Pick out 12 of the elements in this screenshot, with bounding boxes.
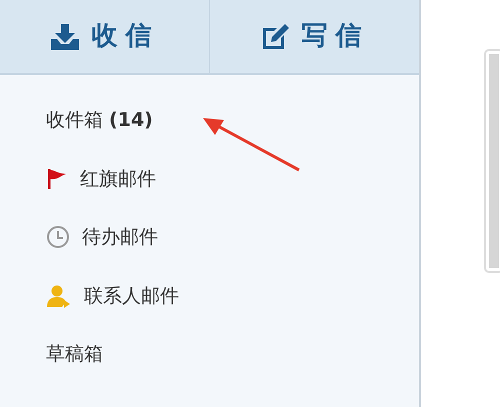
toolbar-button[interactable]: 写信 bbox=[209, 0, 419, 73]
folder-item[interactable]: 草稿箱 bbox=[0, 325, 419, 384]
person-icon bbox=[46, 284, 72, 308]
flag-icon bbox=[46, 168, 68, 190]
folder-item[interactable]: 联系人邮件 bbox=[0, 266, 419, 325]
toolbar-button[interactable]: 收信 bbox=[0, 0, 209, 73]
folder-item[interactable]: 待办邮件 bbox=[0, 208, 419, 266]
scrollbar[interactable] bbox=[484, 49, 500, 273]
folder-item[interactable]: 红旗邮件 bbox=[0, 150, 419, 208]
folder-item[interactable]: 收件箱 (14) bbox=[0, 91, 419, 150]
download-icon bbox=[50, 22, 80, 52]
clock-icon bbox=[46, 225, 70, 250]
